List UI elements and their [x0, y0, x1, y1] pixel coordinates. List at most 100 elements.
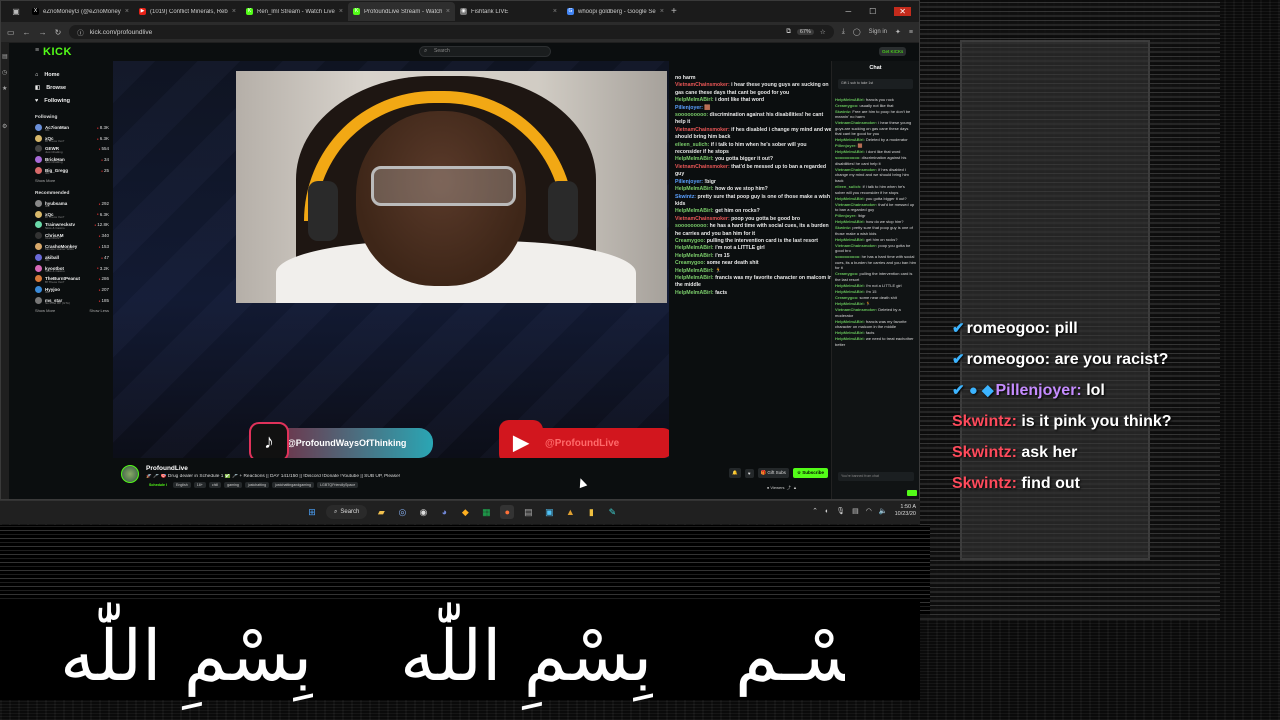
browser-tab[interactable]: ▶ (1019) Conflict Minerals, Rebels ×	[134, 2, 241, 21]
browser-tab[interactable]: K Ren_lml Stream - Watch Live on Kick ×	[241, 2, 348, 21]
app-icon[interactable]: ▤	[521, 505, 535, 519]
channel-avatar[interactable]	[121, 465, 139, 483]
forward-icon[interactable]: →	[39, 28, 47, 37]
photos-icon[interactable]: ▣	[542, 505, 556, 519]
tray-chevron-icon[interactable]: ⌃	[812, 507, 818, 515]
channel-item[interactable]: xQcBf Theos Yes?6.3K	[9, 133, 109, 144]
show-more-following[interactable]: Show More	[9, 178, 109, 183]
stream-tag[interactable]: chill	[208, 482, 222, 488]
tab-close-icon[interactable]: ×	[553, 8, 557, 15]
channel-item[interactable]: ChrisAMVALORANT340	[9, 230, 109, 241]
tab-actions-icon[interactable]: ▣	[5, 7, 27, 16]
game-icon[interactable]: ◆	[458, 505, 472, 519]
channel-item[interactable]: kyootbotSlots & Casino3.2K	[9, 263, 109, 274]
stream-tag[interactable]: justchattingandgaming	[272, 482, 315, 488]
notes-icon[interactable]: ▮	[584, 505, 598, 519]
channel-item[interactable]: xQcBf Theos Yes?6.3K	[9, 209, 109, 220]
sidebar-item-home[interactable]: ⌂ Home	[9, 68, 109, 81]
follow-heart-icon[interactable]: ♥	[744, 468, 754, 478]
gift-sub-banner[interactable]: Gift 1 sub to take 1st	[838, 79, 913, 89]
back-icon[interactable]: ←	[23, 28, 31, 37]
tab-close-icon[interactable]: ×	[339, 8, 343, 15]
channel-item[interactable]: TheBurntPeanutBf Theos Yes?286	[9, 274, 109, 285]
tray-app-icon[interactable]: ◐	[825, 508, 829, 515]
taskbar-search[interactable]: ⌕ Search	[326, 505, 368, 519]
gift-subs-button[interactable]: 🎁 Gift Subs	[757, 468, 789, 478]
tab-close-icon[interactable]: ×	[125, 8, 129, 15]
kick-search-input[interactable]: ⌕ Search	[419, 46, 551, 57]
obs-icon[interactable]: ◉	[416, 505, 430, 519]
clock[interactable]: 1:50 A 10/23/20	[895, 504, 916, 518]
notify-bell-icon[interactable]: 🔔	[729, 468, 741, 478]
tab-close-icon[interactable]: ×	[232, 8, 236, 15]
start-icon[interactable]: ⊞	[305, 505, 319, 519]
get-kicks-button[interactable]: Get KICKs	[879, 47, 907, 56]
screenshot-icon[interactable]: ⧉	[786, 28, 791, 36]
browser-tab[interactable]: XeZnoMoneyG (@eZnoMoneyG) / X ×	[27, 2, 134, 21]
menu-icon[interactable]: ≡	[909, 29, 913, 36]
channel-item[interactable]: Big_GreggIRL25	[9, 165, 109, 176]
show-less-button[interactable]: Show Less	[89, 308, 109, 313]
tabs-panel-icon[interactable]: ▤	[2, 53, 8, 60]
stream-tag[interactable]: 18+	[193, 482, 206, 488]
extensions-icon[interactable]: ✦	[895, 28, 901, 36]
maximize-icon[interactable]: ☐	[869, 7, 876, 16]
tray-extra-icon[interactable]: ▤	[852, 507, 859, 515]
minimize-icon[interactable]: ─	[845, 7, 851, 16]
stream-tag[interactable]: English	[172, 482, 191, 488]
channel-item[interactable]: Ac7ionManIRL8.3K	[9, 122, 109, 133]
channel-item[interactable]: hyubsamaIRL292	[9, 198, 109, 209]
close-window-icon[interactable]: ✕	[894, 7, 911, 16]
editor-icon[interactable]: ✎	[605, 505, 619, 519]
hamburger-icon[interactable]: ≡	[35, 47, 39, 54]
channel-item[interactable]: TrainwreckstvSlots & Casino12.8K	[9, 220, 109, 231]
kick-logo[interactable]: KICK	[43, 46, 72, 58]
tab-close-icon[interactable]: ×	[446, 8, 450, 15]
browser-tab[interactable]: K ProfoundLive Stream - Watch Live ×	[348, 2, 455, 21]
show-more-button[interactable]: Show More	[35, 308, 55, 313]
sidebar-toggle-icon[interactable]: ▭	[7, 28, 15, 37]
stream-tag[interactable]: gaming	[224, 482, 242, 488]
channel-item[interactable]: HyyjooIRL207	[9, 284, 109, 295]
tray-mic-icon[interactable]: 🎙	[836, 507, 845, 515]
steam-icon[interactable]: ◎	[395, 505, 409, 519]
channel-item[interactable]: GEWRJust Chatting554	[9, 144, 109, 155]
video-player[interactable]: ♪ @ProfoundWaysOfThinking ▶ @ProfoundLiv…	[113, 61, 669, 458]
share-icon[interactable]: ⤴	[786, 485, 791, 490]
reload-icon[interactable]: ↻	[55, 28, 62, 37]
firefox-icon[interactable]: ●	[500, 505, 515, 519]
channel-name[interactable]: ProfoundLive	[146, 465, 188, 472]
new-tab-button[interactable]: +	[671, 6, 677, 17]
channel-item[interactable]: akiballIRL47	[9, 252, 109, 263]
browser-tab[interactable]: Gwhoopi goldberg - Google Search ×	[562, 2, 669, 21]
download-icon[interactable]: ⤓	[842, 28, 845, 36]
channel-item[interactable]: CrashoMonkeyMonster Hunter Wilds153	[9, 241, 109, 252]
tab-close-icon[interactable]: ×	[660, 8, 664, 15]
zoom-level[interactable]: 67%	[796, 29, 814, 35]
stream-tag[interactable]: LGBTQFriendlySpace	[317, 482, 359, 488]
vlc-icon[interactable]: ▲	[563, 505, 577, 519]
spreadsheet-icon[interactable]: ▦	[479, 505, 493, 519]
account-icon[interactable]: ◯	[853, 28, 861, 36]
bookmarks-icon[interactable]: ★	[2, 85, 7, 92]
volume-icon[interactable]: 🔈	[879, 507, 888, 515]
address-bar[interactable]: ⓘ kick.com/profoundlive ⧉ 67% ☆	[69, 25, 834, 39]
sidebar-item-browse[interactable]: ◧ Browse	[9, 81, 109, 94]
settings-icon[interactable]: ⚙	[2, 123, 7, 130]
history-icon[interactable]: ◷	[2, 69, 7, 76]
channel-item[interactable]: ms_starNo Pixel RP (GTA)185	[9, 295, 109, 306]
bookmark-star-icon[interactable]: ☆	[820, 28, 826, 36]
site-info-icon[interactable]: ⓘ	[77, 27, 84, 37]
signin-button[interactable]: Sign in	[869, 29, 887, 35]
discord-icon[interactable]: ◕	[437, 505, 451, 519]
file-explorer-icon[interactable]: ▰	[374, 505, 388, 519]
stream-tag[interactable]: justchatting	[244, 482, 270, 488]
subscribe-button[interactable]: ☆ Subscribe	[792, 468, 828, 478]
stream-category[interactable]: Schedule I	[146, 482, 170, 488]
sidebar-item-following[interactable]: ♥ Following	[9, 94, 109, 107]
wifi-icon[interactable]: ◠	[866, 507, 872, 515]
browser-tab[interactable]: ◉ Fishtank LIVE ×	[455, 2, 562, 21]
channel-item[interactable]: BrickHanJust Chatting34	[9, 154, 109, 165]
chat-input[interactable]: You're banned from chat	[838, 472, 914, 481]
more-icon[interactable]: ▲	[792, 485, 797, 490]
